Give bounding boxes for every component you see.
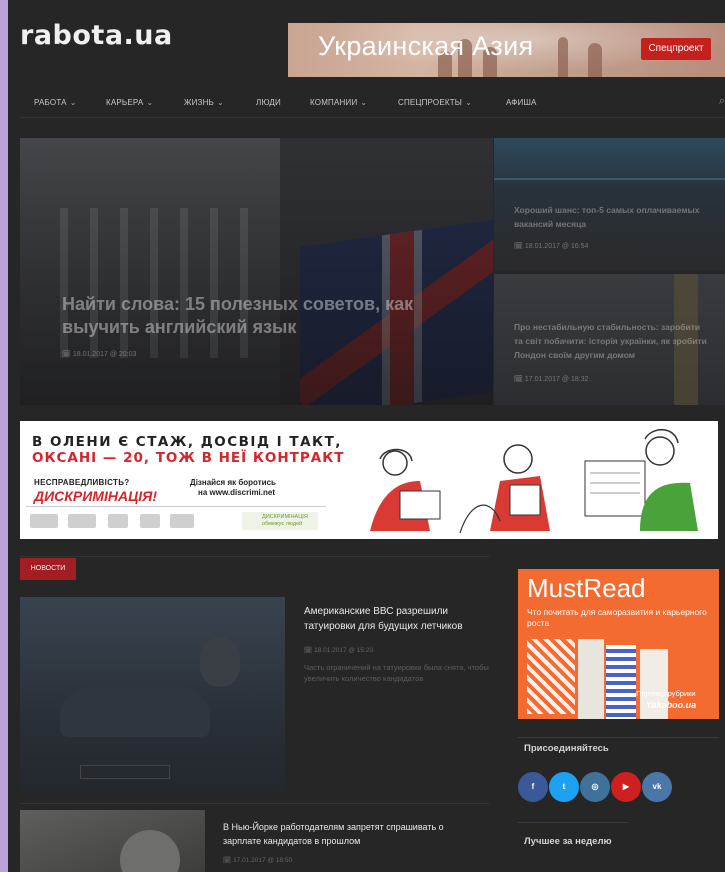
article-1-desc: Часть ограничений на татуировки была сня…: [304, 663, 489, 683]
partner-logo: [140, 514, 160, 528]
article-2-image[interactable]: [20, 810, 205, 872]
nav-item-afisha[interactable]: АФИША: [506, 98, 537, 107]
mustread-widget[interactable]: MustRead Что почитать для саморазвития и…: [518, 569, 719, 719]
banner-line-1: В ОЛЕНИ Є СТАЖ, ДОСВІД І ТАКТ,: [32, 434, 342, 450]
page: rabota.ua Украинская Азия Спецпроект РАБ…: [8, 0, 725, 872]
promo-button[interactable]: Спецпроект: [641, 38, 711, 60]
facebook-icon[interactable]: f: [518, 772, 548, 802]
nav-item-karera[interactable]: КАРЬЕРА ⌄: [106, 98, 153, 107]
hero-date: 🗓 18.01.2017 @ 20:03: [62, 351, 137, 358]
article-2-title[interactable]: В Нью-Йорке работодателям запретят спраш…: [223, 820, 483, 848]
side-article-2[interactable]: Про нестабильную стабильность: заробити …: [494, 274, 725, 405]
search-icon[interactable]: ⌕: [719, 95, 725, 108]
best-of-week-title: Лучшее за неделю: [524, 836, 612, 847]
news-section-badge[interactable]: НОВОСТИ: [20, 558, 76, 580]
youtube-icon[interactable]: ▶: [611, 772, 641, 802]
mustread-title: MustRead: [527, 573, 646, 603]
partner-logo: [108, 514, 128, 528]
site-logo[interactable]: rabota.ua: [20, 20, 173, 51]
banner-illustration: [370, 429, 698, 534]
article-2-date: 🗓 17.01.2017 @ 18:50: [223, 857, 293, 864]
banner-left-small: НЕСПРАВЕДЛИВІСТЬ?: [34, 478, 130, 487]
banner-right-url[interactable]: на www.discrimi.net: [198, 488, 275, 497]
chevron-down-icon: ⌄: [360, 98, 368, 107]
promo-title: Украинская Азия: [318, 31, 534, 61]
article-1-title[interactable]: Американские ВВС разрешили татуировки дл…: [304, 604, 494, 634]
side-article-1-title[interactable]: Хороший шанс: топ-5 самых оплачиваемых в…: [514, 203, 704, 231]
twitter-icon[interactable]: t: [549, 772, 579, 802]
nav-item-lyudi[interactable]: ЛЮДИ: [256, 98, 281, 107]
side-article-2-date: 🗓 17.01.2017 @ 18:32: [514, 376, 589, 383]
chevron-down-icon: ⌄: [217, 98, 224, 107]
side-article-1-date: 🗓 18.01.2017 @ 16:54: [514, 243, 589, 250]
discrimination-ad-banner[interactable]: В ОЛЕНИ Є СТАЖ, ДОСВІД І ТАКТ, ОКСАНІ — …: [20, 421, 718, 539]
article-1-date: 🗓 18.01.2017 @ 15:20: [304, 647, 374, 654]
partner-logo: [68, 514, 96, 528]
partner-logo: [170, 514, 194, 528]
nav-item-rabota[interactable]: РАБОТА ⌄: [34, 98, 77, 107]
partner-logo: [30, 514, 58, 528]
chevron-down-icon: ⌄: [69, 98, 77, 107]
banner-right-small: Дізнайся як боротись: [190, 478, 276, 487]
instagram-icon[interactable]: ◎: [580, 772, 610, 802]
side-article-2-title[interactable]: Про нестабильную стабильность: заробити …: [514, 320, 710, 362]
nav-item-specproekty[interactable]: СПЕЦПРОЕКТЫ ⌄: [398, 98, 472, 107]
hero-article[interactable]: Найти слова: 15 полезных советов, как вы…: [20, 138, 493, 405]
vk-icon[interactable]: vk: [642, 772, 672, 802]
partner-badge: ДИСКРИМІНАЦІЯ обмежує людей: [242, 512, 318, 530]
join-us-title: Присоединяйтесь: [524, 743, 609, 754]
side-article-1[interactable]: Хороший шанс: топ-5 самых оплачиваемых в…: [494, 138, 725, 271]
nav-item-kompanii[interactable]: КОМПАНИИ ⌄: [310, 98, 367, 107]
mustread-subtitle: Что почитать для саморазвития и карьерно…: [527, 607, 707, 628]
chevron-down-icon: ⌄: [146, 98, 154, 107]
mustread-brand[interactable]: Yakaboo.ua: [646, 700, 696, 710]
nav-item-zhizn[interactable]: ЖИЗНЬ ⌄: [184, 98, 224, 107]
main-nav: РАБОТА ⌄ КАРЬЕРА ⌄ ЖИЗНЬ ⌄ ЛЮДИ КОМПАНИИ ⌄ С…: [20, 88, 725, 118]
banner-line-2: ОКСАНІ — 20, ТОЖ В НЕЇ КОНТРАКТ: [32, 450, 345, 466]
promo-banner[interactable]: Украинская Азия Спецпроект: [288, 23, 725, 77]
article-1-image[interactable]: [20, 597, 285, 794]
chevron-down-icon: ⌄: [465, 98, 472, 107]
mustread-partner-label: Партнер рубрики: [636, 689, 696, 698]
banner-left-big: ДИСКРИМІНАЦІЯ!: [34, 488, 158, 504]
hero-title[interactable]: Найти слова: 15 полезных советов, как вы…: [62, 293, 442, 339]
